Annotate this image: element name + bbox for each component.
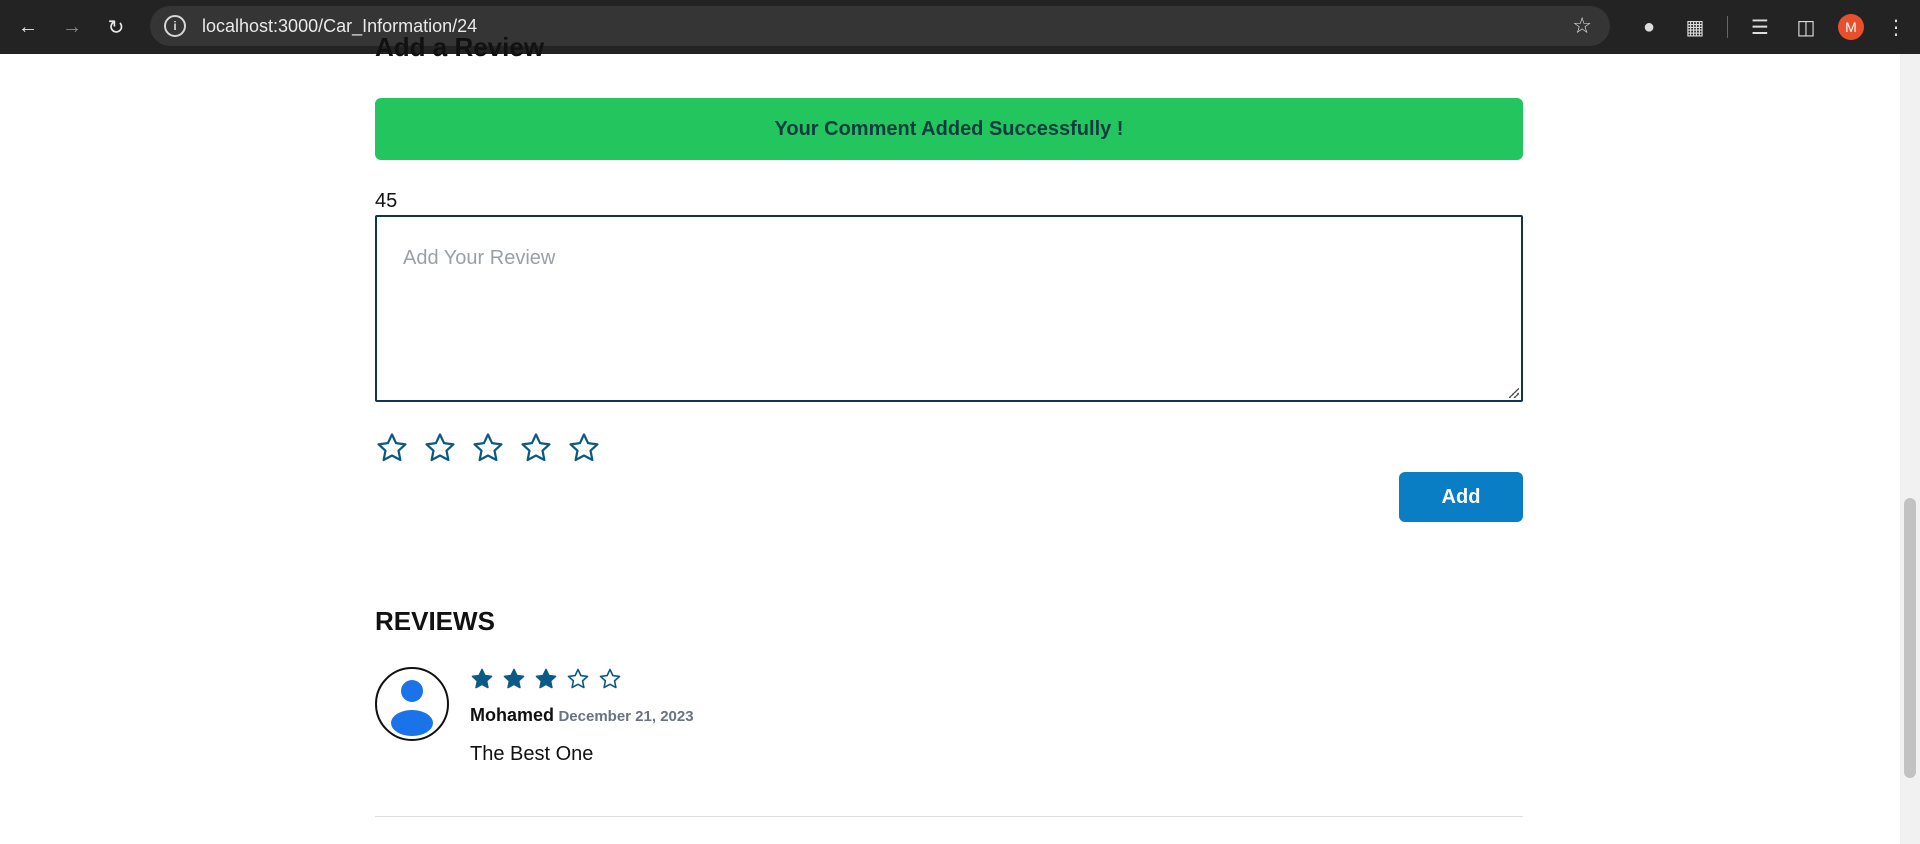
rating-star-icon[interactable]: [375, 431, 409, 465]
review-meta: Mohamed December 21, 2023: [470, 705, 694, 726]
star-filled-icon: [535, 668, 557, 689]
page-scrollbar[interactable]: [1900, 54, 1920, 844]
review-author: Mohamed: [470, 705, 555, 725]
profile-avatar[interactable]: M: [1838, 14, 1864, 40]
rating-star-icon[interactable]: [471, 431, 505, 465]
star-filled-icon: [503, 668, 525, 689]
star-empty-icon: [599, 668, 621, 689]
character-count: 45: [375, 190, 398, 212]
review-rating: [470, 667, 622, 691]
review-divider: [375, 816, 1523, 817]
add-review-button[interactable]: Add: [1399, 472, 1523, 522]
rating-star-icon[interactable]: [423, 431, 457, 465]
review-date: December 21, 2023: [558, 708, 694, 725]
bookmark-star-icon[interactable]: ☆: [1572, 13, 1592, 39]
add-review-title: Add a Review: [375, 32, 545, 62]
menu-kebab-icon[interactable]: ⋮: [1882, 15, 1910, 40]
star-filled-icon: [471, 668, 493, 689]
media-queue-icon[interactable]: ☰: [1746, 15, 1774, 40]
rating-star-icon[interactable]: [567, 431, 601, 465]
scrollbar-thumb[interactable]: [1904, 498, 1916, 778]
reload-icon[interactable]: ↻: [100, 11, 132, 43]
review-text: The Best One: [470, 743, 594, 765]
side-panel-icon[interactable]: ◫: [1792, 15, 1820, 40]
extensions-puzzle-icon[interactable]: ▦: [1681, 15, 1709, 40]
toolbar-separator: [1727, 16, 1728, 38]
address-bar[interactable]: i localhost:3000/Car_Information/24 ☆: [150, 6, 1610, 46]
browser-toolbar: ← → ↻ i localhost:3000/Car_Information/2…: [0, 0, 1920, 54]
star-empty-icon: [567, 668, 589, 689]
user-avatar-icon: [375, 667, 449, 741]
rating-star-input: [375, 431, 601, 465]
reviews-heading: REVIEWS: [375, 606, 495, 636]
forward-icon[interactable]: →: [56, 11, 88, 43]
success-message: Your Comment Added Successfully !: [774, 117, 1124, 140]
textarea-resize-handle[interactable]: [1509, 388, 1519, 398]
success-alert: Your Comment Added Successfully !: [375, 98, 1523, 160]
back-icon[interactable]: ←: [12, 11, 44, 43]
site-info-icon[interactable]: i: [164, 15, 186, 37]
rating-star-icon[interactable]: [519, 431, 553, 465]
review-textarea[interactable]: [375, 215, 1523, 402]
extension-circle-icon[interactable]: ●: [1635, 16, 1663, 39]
